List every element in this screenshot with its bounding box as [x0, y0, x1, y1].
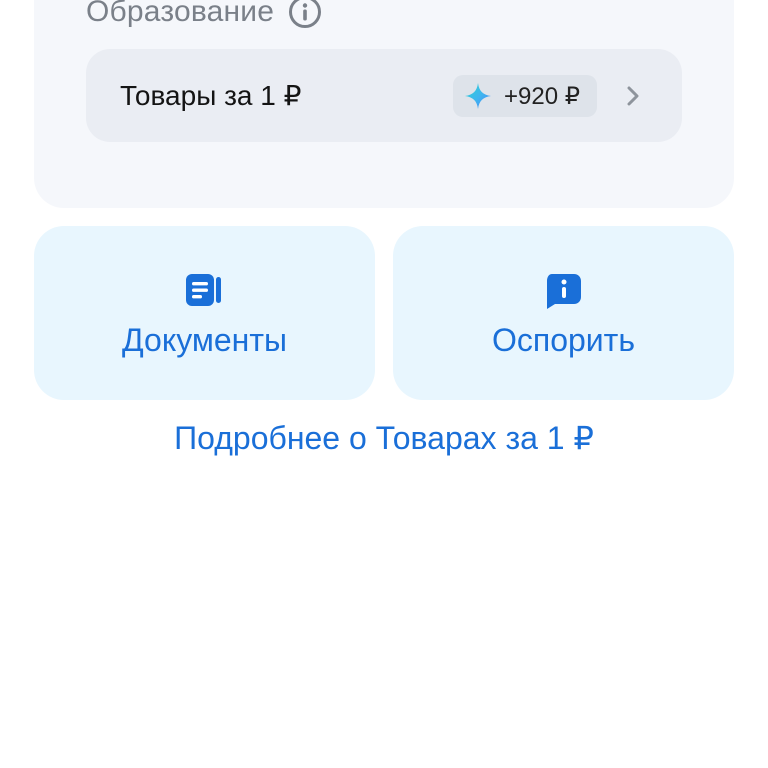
chevron-right-icon	[620, 83, 646, 109]
sparkle-icon	[464, 82, 492, 110]
documents-button[interactable]: Документы	[34, 226, 375, 400]
dispute-button[interactable]: Оспорить	[393, 226, 734, 400]
info-icon[interactable]	[288, 0, 322, 29]
documents-label: Документы	[122, 322, 287, 358]
more-info-link[interactable]: Подробнее о Товарах за 1 ₽	[0, 419, 768, 457]
dispute-label: Оспорить	[491, 322, 635, 358]
section-header: Образование	[86, 0, 322, 32]
document-list-icon	[185, 272, 225, 310]
bonus-badge: +920 ₽	[453, 75, 597, 117]
page: Образование Товары за 1 ₽ +920 ₽ Докумен…	[0, 0, 768, 768]
bonus-amount: +920 ₽	[504, 82, 580, 110]
section-title: Образование	[86, 0, 275, 28]
promo-row[interactable]: Товары за 1 ₽ +920 ₽	[86, 49, 682, 142]
info-chat-icon	[543, 272, 583, 310]
promo-label: Товары за 1 ₽	[120, 80, 302, 111]
